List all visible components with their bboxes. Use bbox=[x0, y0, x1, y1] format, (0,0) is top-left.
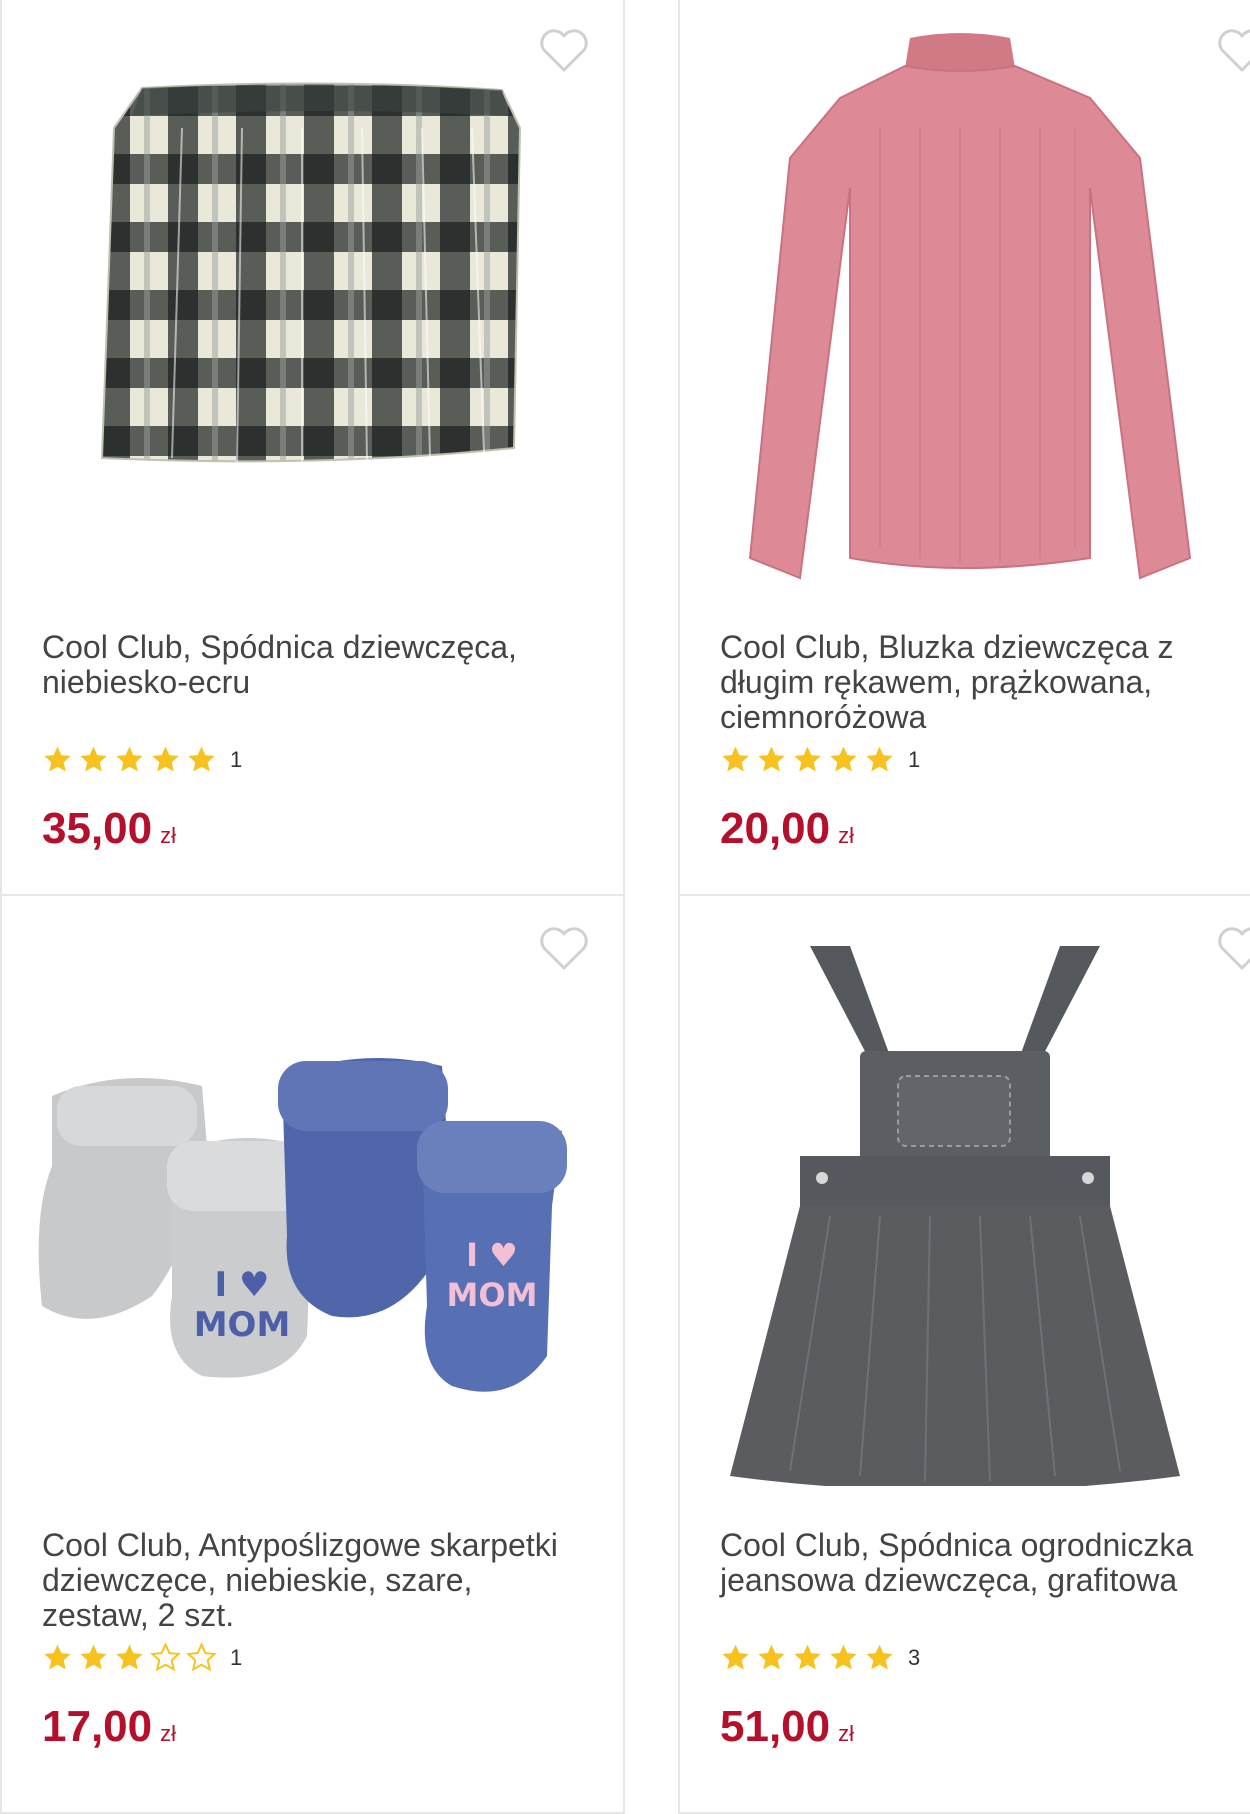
product-title[interactable]: Cool Club, Bluzka dziewczęca z długim rę… bbox=[720, 630, 1250, 735]
product-price: 35,00 zł bbox=[42, 804, 176, 854]
price-currency: zł bbox=[838, 1721, 854, 1746]
star-filled-icon bbox=[80, 1644, 107, 1670]
star-filled-icon bbox=[44, 746, 71, 772]
product-price: 17,00 zł bbox=[42, 1702, 176, 1752]
star-empty-icon bbox=[150, 1642, 181, 1672]
star-filled-icon bbox=[866, 746, 893, 772]
star-filled-icon bbox=[866, 1644, 893, 1670]
svg-text:I ♥: I ♥ bbox=[215, 1265, 270, 1305]
product-card[interactable]: Cool Club, Spódnica ogrodniczka jeansowa… bbox=[678, 894, 1250, 1814]
product-card[interactable]: I ♥ MOM I ♥ MOM Cool Club, Antypoślizgow… bbox=[0, 894, 625, 1814]
star-filled-icon bbox=[80, 746, 107, 772]
star-filled-icon bbox=[152, 746, 179, 772]
rating-stars: 1 bbox=[720, 744, 920, 775]
product-image[interactable] bbox=[32, 18, 592, 588]
star-filled-icon bbox=[188, 746, 215, 772]
svg-text:MOM: MOM bbox=[194, 1305, 291, 1345]
price-value: 51,00 bbox=[720, 1702, 831, 1751]
svg-text:MOM: MOM bbox=[447, 1276, 538, 1314]
star-filled-icon bbox=[758, 746, 785, 772]
star-filled-icon bbox=[116, 746, 143, 772]
star-filled-icon bbox=[830, 1644, 857, 1670]
price-currency: zł bbox=[160, 1721, 176, 1746]
review-count: 3 bbox=[908, 1644, 921, 1670]
product-grid: Cool Club, Spódnica dziewczęca, niebiesk… bbox=[0, 0, 1250, 1814]
star-filled-icon bbox=[722, 1644, 749, 1670]
product-title[interactable]: Cool Club, Spódnica dziewczęca, niebiesk… bbox=[42, 630, 582, 700]
product-title[interactable]: Cool Club, Spódnica ogrodniczka jeansowa… bbox=[720, 1528, 1250, 1598]
star-filled-icon bbox=[830, 746, 857, 772]
product-image[interactable] bbox=[710, 916, 1250, 1486]
product-price: 20,00 zł bbox=[720, 804, 854, 854]
product-card[interactable]: Cool Club, Spódnica dziewczęca, niebiesk… bbox=[0, 0, 625, 896]
price-value: 20,00 bbox=[720, 804, 831, 853]
product-title[interactable]: Cool Club, Antypoślizgowe skarpetki dzie… bbox=[42, 1528, 582, 1633]
star-empty-icon bbox=[186, 1642, 217, 1672]
star-filled-icon bbox=[794, 1644, 821, 1670]
product-price: 51,00 zł bbox=[720, 1702, 854, 1752]
svg-text:I ♥: I ♥ bbox=[466, 1236, 518, 1274]
product-image[interactable]: I ♥ MOM I ♥ MOM bbox=[32, 916, 592, 1486]
review-count: 1 bbox=[230, 746, 243, 772]
price-value: 17,00 bbox=[42, 1702, 153, 1751]
rating-stars: 3 bbox=[720, 1642, 920, 1673]
rating-stars: 1 bbox=[42, 744, 242, 775]
star-filled-icon bbox=[794, 746, 821, 772]
review-count: 1 bbox=[908, 746, 921, 772]
star-filled-icon bbox=[116, 1644, 143, 1670]
star-filled-icon bbox=[758, 1644, 785, 1670]
rating-stars: 1 bbox=[42, 1642, 242, 1673]
star-filled-icon bbox=[44, 1644, 71, 1670]
product-card[interactable]: Cool Club, Bluzka dziewczęca z długim rę… bbox=[678, 0, 1250, 896]
star-filled-icon bbox=[722, 746, 749, 772]
product-image[interactable] bbox=[710, 18, 1250, 588]
price-currency: zł bbox=[160, 823, 176, 848]
price-currency: zł bbox=[838, 823, 854, 848]
price-value: 35,00 bbox=[42, 804, 153, 853]
review-count: 1 bbox=[230, 1644, 243, 1670]
